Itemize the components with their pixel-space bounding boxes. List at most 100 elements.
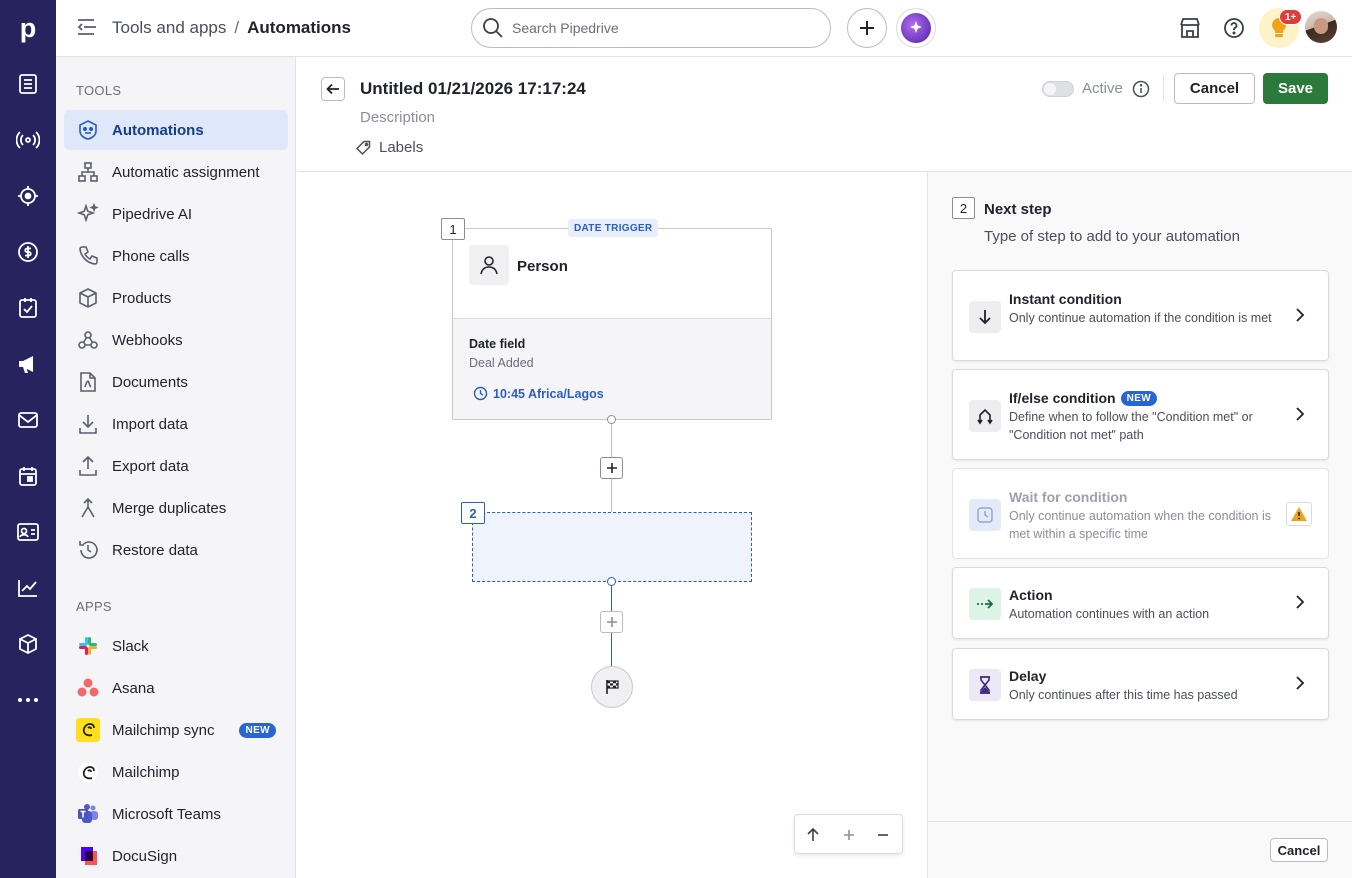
insights-icon[interactable]: [14, 574, 42, 602]
target-icon[interactable]: [14, 182, 42, 210]
user-avatar[interactable]: [1305, 11, 1337, 43]
sidebar-item-documents[interactable]: Documents: [64, 362, 288, 402]
docusign-icon: [76, 844, 100, 868]
option-delay[interactable]: Delay Only continues after this time has…: [952, 648, 1329, 720]
sidebar-item-mailchimp[interactable]: Mailchimp: [64, 752, 288, 792]
add-step-button[interactable]: [600, 611, 623, 633]
pipedrive-logo[interactable]: p: [0, 0, 56, 56]
sidebar-item-label: Products: [112, 289, 172, 307]
mail-icon[interactable]: [14, 406, 42, 434]
search-box[interactable]: Search Pipedrive: [471, 8, 831, 48]
date-trigger-badge: DATE TRIGGER: [568, 219, 659, 237]
broadcast-icon[interactable]: [14, 126, 42, 154]
option-title: If/else condition: [1009, 390, 1116, 406]
trigger-time: 10:45 Africa/Lagos: [473, 386, 604, 401]
ai-assistant-button[interactable]: [896, 8, 936, 48]
sidebar-item-docusign[interactable]: DocuSign: [64, 836, 288, 876]
phone-icon: [76, 244, 100, 268]
option-title: Wait for condition: [1009, 489, 1128, 505]
import-icon: [76, 412, 100, 436]
chevron-right-icon: [1292, 675, 1308, 691]
trigger-card[interactable]: Person Date field Deal Added 10:45 Afric…: [452, 228, 772, 420]
marketplace-icon[interactable]: [1179, 17, 1201, 39]
new-step-placeholder[interactable]: [472, 512, 752, 582]
option-wait-for-condition: Wait for condition Only continue automat…: [952, 468, 1329, 559]
option-description: Only continues after this time has passe…: [1009, 688, 1238, 702]
back-button[interactable]: [321, 77, 345, 101]
more-icon[interactable]: [14, 686, 42, 714]
add-step-button[interactable]: [600, 457, 623, 479]
chevron-right-icon: [1292, 594, 1308, 610]
sidebar-item-restore-data[interactable]: Restore data: [64, 530, 288, 570]
sidebar-item-microsoft-teams[interactable]: Microsoft Teams: [64, 794, 288, 834]
automation-title[interactable]: Untitled 01/21/2026 17:17:24: [360, 79, 586, 99]
sidebar-item-export-data[interactable]: Export data: [64, 446, 288, 486]
option-title: Delay: [1009, 668, 1047, 684]
sidebar-item-label: Phone calls: [112, 247, 190, 265]
hourglass-icon: [969, 669, 1001, 701]
sidebar-item-automatic-assignment[interactable]: Automatic assignment: [64, 152, 288, 192]
sidebar-item-mailchimp-sync[interactable]: Mailchimp sync NEW: [64, 710, 288, 750]
option-title: Instant condition: [1009, 291, 1122, 307]
panel-title: Next step: [984, 201, 1052, 218]
search-icon: [482, 17, 504, 39]
cancel-button[interactable]: Cancel: [1174, 73, 1255, 104]
mailchimp-icon: [76, 760, 100, 784]
sparkle-icon: [76, 202, 100, 226]
arrow-left-icon: [326, 82, 340, 96]
sidebar-item-phone-calls[interactable]: Phone calls: [64, 236, 288, 276]
sidebar-item-label: Merge duplicates: [112, 499, 227, 517]
option-action[interactable]: Action Automation continues with an acti…: [952, 567, 1329, 639]
plus-icon: [858, 19, 876, 37]
menu-collapse-icon[interactable]: [76, 17, 98, 37]
topbar: Tools and apps / Automations Search Pipe…: [56, 0, 1352, 57]
sidebar-item-pipedrive-ai[interactable]: Pipedrive AI: [64, 194, 288, 234]
contacts-icon[interactable]: [14, 518, 42, 546]
sidebar-item-merge-duplicates[interactable]: Merge duplicates: [64, 488, 288, 528]
document-icon: [76, 370, 100, 394]
option-if-else-condition[interactable]: If/else condition NEW Define when to fol…: [952, 369, 1329, 460]
tasks-icon[interactable]: [14, 294, 42, 322]
megaphone-icon[interactable]: [14, 350, 42, 378]
panel-cancel-button[interactable]: Cancel: [1270, 838, 1328, 862]
zoom-out-icon[interactable]: [875, 827, 891, 843]
help-icon[interactable]: [1223, 17, 1245, 39]
date-field-label: Date field: [469, 337, 526, 351]
products-icon[interactable]: [14, 630, 42, 658]
breadcrumb-parent[interactable]: Tools and apps: [112, 18, 226, 38]
sidebar-item-slack[interactable]: Slack: [64, 626, 288, 666]
option-description: Automation continues with an action: [1009, 607, 1210, 621]
info-icon[interactable]: [1132, 80, 1150, 98]
zoom-in-icon[interactable]: [841, 827, 857, 843]
option-instant-condition[interactable]: Instant condition Only continue automati…: [952, 270, 1329, 361]
labels-button[interactable]: Labels: [355, 139, 423, 156]
active-toggle[interactable]: [1042, 81, 1074, 97]
arrow-up-icon[interactable]: [805, 827, 821, 843]
sidebar-item-label: Mailchimp sync: [112, 721, 215, 739]
tag-icon: [355, 140, 371, 156]
slack-icon: [76, 634, 100, 658]
trigger-entity: Person: [517, 258, 568, 275]
search-input[interactable]: Search Pipedrive: [512, 20, 619, 36]
person-icon: [469, 245, 509, 285]
dollar-icon[interactable]: [14, 238, 42, 266]
save-button[interactable]: Save: [1263, 73, 1328, 104]
leads-icon[interactable]: [14, 70, 42, 98]
description-field[interactable]: Description: [360, 109, 435, 126]
warning-icon[interactable]: [1286, 502, 1312, 526]
workflow-canvas[interactable]: Person Date field Deal Added 10:45 Afric…: [297, 172, 927, 878]
sidebar-item-products[interactable]: Products: [64, 278, 288, 318]
sidebar-item-webhooks[interactable]: Webhooks: [64, 320, 288, 360]
clock-icon: [969, 499, 1001, 531]
breadcrumb-current: Automations: [247, 18, 351, 37]
tools-heading: TOOLS: [76, 83, 122, 98]
sidebar-item-asana[interactable]: Asana: [64, 668, 288, 708]
sidebar-item-import-data[interactable]: Import data: [64, 404, 288, 444]
sidebar-item-automations[interactable]: Automations: [64, 110, 288, 150]
chevron-right-icon: [1292, 406, 1308, 422]
calendar-icon[interactable]: [14, 462, 42, 490]
header-divider: [1163, 75, 1164, 101]
quick-add-button[interactable]: [847, 8, 887, 48]
breadcrumb: Tools and apps / Automations: [112, 18, 351, 38]
sidebar-item-label: Automations: [112, 121, 204, 139]
